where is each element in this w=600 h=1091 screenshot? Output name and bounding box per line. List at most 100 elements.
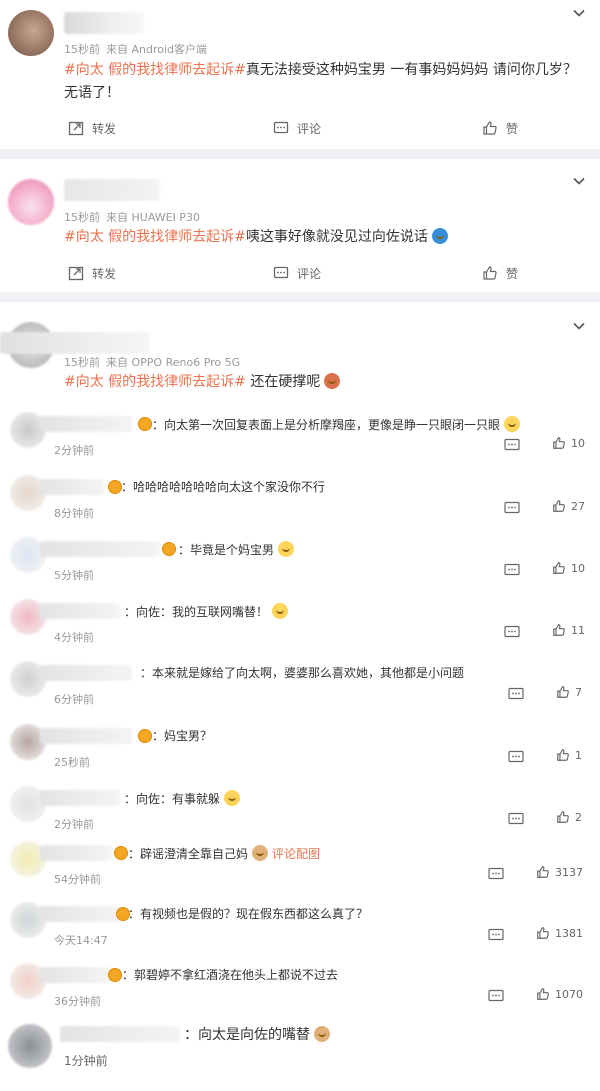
post-body: 咦这事好像就没见过向佐说话 [245,229,428,245]
comment-like-button[interactable]: 10 [552,561,585,575]
chevron-down-icon[interactable] [573,320,585,332]
commenter-name-blurred[interactable] [40,665,132,681]
post-time: 15秒前 [64,211,100,224]
commenter-name-blurred[interactable] [40,603,120,619]
emoji-icon [224,790,241,806]
reply-icon[interactable] [504,501,520,519]
reply-icon[interactable] [488,989,504,1007]
like-button[interactable]: 赞 [482,114,518,142]
commenter-name-blurred[interactable] [40,728,132,744]
reply-icon[interactable] [504,625,520,643]
comment-like-button[interactable]: 27 [552,499,585,513]
username-blurred[interactable] [64,179,160,201]
comment-text: ：哈哈哈哈哈哈哈向太这个家没你不行 [121,479,325,495]
comment-body: ：妈宝男？ [152,729,213,743]
thumbs-up-icon [553,437,565,449]
separator [0,292,600,302]
comment-like-button[interactable]: 1 [556,748,582,762]
thumbs-up-icon [537,927,549,939]
post-text: #向太 假的我找律师去起诉# 还在硬撑呢 [64,371,584,394]
emoji-icon [314,1026,330,1042]
comment-time: 今天14:47 [54,934,108,947]
reply-icon[interactable] [508,812,524,830]
comment-body: ：向太是向佐的嘴替 [184,1027,310,1043]
comment-time: 25秒前 [54,756,90,769]
like-button[interactable]: 赞 [482,259,518,287]
username-blurred[interactable] [64,12,144,34]
reply-icon[interactable] [504,563,520,581]
post-time: 15秒前 [64,356,100,369]
vip-badge-icon [162,542,176,556]
emoji-icon [252,845,269,861]
comment-body: ：哈哈哈哈哈哈哈向太这个家没你不行 [121,480,326,494]
post-source: 来自 Android客户端 [106,43,208,56]
chevron-down-icon[interactable] [573,175,585,187]
chevron-down-icon[interactable] [573,7,585,19]
avatar[interactable] [8,179,54,225]
reply-icon[interactable] [508,687,524,705]
commenter-name-blurred[interactable] [40,416,132,432]
commenter-name-blurred[interactable] [40,541,160,557]
vip-badge-icon [108,480,122,494]
commenter-name-blurred[interactable] [40,790,120,806]
thumbs-up-icon [557,811,569,823]
comment-like-button[interactable]: 1070 [536,987,583,1001]
emoji-icon [278,541,295,557]
repost-button[interactable]: 转发 [68,114,116,142]
vip-badge-icon [108,968,122,982]
comment-image-link[interactable]: 评论配图 [272,847,320,861]
commenter-name-blurred[interactable] [40,906,120,922]
comment-item: ：向太第一次回复表面上是分析摩羯座，更像是睁一只眼闭一只眼 2分钟前 10 [0,412,600,474]
thumbs-up-icon [557,686,569,698]
commenter-name-blurred[interactable] [60,1026,180,1042]
comment-body: ：辟谣澄清全靠自己妈 [128,847,249,861]
reply-icon[interactable] [488,928,504,946]
comment-item: ：郭碧婷不拿红酒浇在他头上都说不过去 36分钟前 1070 [0,963,600,1025]
thumbs-up-icon [483,266,497,280]
like-count: 1070 [555,987,583,1001]
emoji-icon [272,603,289,619]
commenter-name-blurred[interactable] [40,479,104,495]
comment-time: 8分钟前 [54,507,94,520]
repost-label: 转发 [92,121,117,136]
topic-link[interactable]: #向太 假的我找律师去起诉# [64,62,246,78]
comment-button[interactable]: 评论 [273,114,321,142]
like-label: 赞 [506,121,519,136]
comment-button[interactable]: 评论 [273,259,321,287]
emoji-icon [324,373,341,389]
comment-time: 5分钟前 [54,569,94,582]
comment-body: ：向佐：我的互联网嘴替！ [124,605,269,619]
comment-time: 2分钟前 [54,444,94,457]
commenter-avatar[interactable] [8,1024,52,1068]
like-count: 27 [571,499,585,513]
comment-like-button[interactable]: 7 [556,685,582,699]
comment-like-button[interactable]: 3137 [536,865,583,879]
avatar[interactable] [8,10,54,56]
comment-label: 评论 [297,266,322,281]
doraemon-emoji-icon [431,228,448,244]
topic-link[interactable]: #向太 假的我找律师去起诉# [64,229,246,245]
comment-text: ：妈宝男？ [152,728,212,744]
post-source: 来自 HUAWEI P30 [106,211,200,224]
comment-time: 2分钟前 [54,818,94,831]
comment-like-button[interactable]: 1381 [536,926,583,940]
comment-item: ：有视频也是假的？现在假东西都这么真了？ 今天14:47 1381 [0,902,600,964]
reply-icon[interactable] [504,438,520,456]
comment-time: 54分钟前 [54,873,101,886]
comment-like-button[interactable]: 11 [552,623,585,637]
post-actions: 转发 评论 赞 [0,114,600,142]
topic-link[interactable]: #向太 假的我找律师去起诉# [64,374,246,390]
post-text: #向太 假的我找律师去起诉#真无法接受这种妈宝男 一有事妈妈妈妈 请问你几岁？无… [64,59,584,105]
reply-icon[interactable] [488,867,504,885]
comment-text: ：辟谣澄清全靠自己妈 评论配图 [128,845,320,862]
commenter-name-blurred[interactable] [40,845,112,861]
comment-like-button[interactable]: 2 [556,810,582,824]
post-card: 15秒前 来自 HUAWEI P30 #向太 假的我找律师去起诉#咦这事好像就没见… [0,159,600,292]
commenter-name-blurred[interactable] [40,967,110,983]
comment-like-button[interactable]: 10 [552,436,585,450]
repost-icon [68,121,84,136]
comment-label: 评论 [297,121,322,136]
username-blurred[interactable] [0,332,150,354]
repost-button[interactable]: 转发 [68,259,116,287]
reply-icon[interactable] [508,750,524,768]
